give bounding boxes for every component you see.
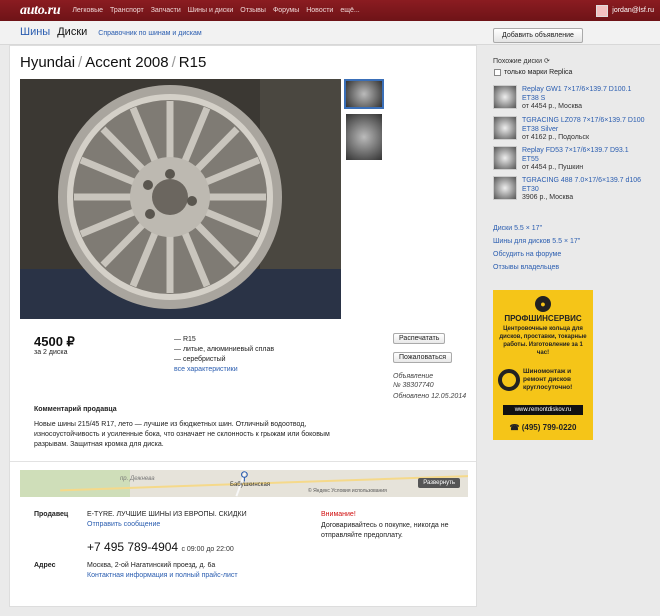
add-listing-button[interactable]: Добавить объявление bbox=[493, 28, 583, 43]
similar-price: от 4454 р., Москва bbox=[522, 103, 583, 110]
spec-item: — серебристый bbox=[174, 356, 226, 363]
nav-item-tires-wheels[interactable]: Шины и диски bbox=[188, 7, 234, 14]
wheel-photo-icon bbox=[20, 79, 341, 319]
similar-item[interactable]: Replay GW1 7×17/6×139.7 D100.1 ET38 S от… bbox=[493, 85, 653, 113]
user-menu[interactable]: jordan@lsf.ru bbox=[596, 4, 654, 17]
photo-thumbnail-1[interactable] bbox=[344, 79, 384, 109]
ad-service: Шиномонтаж и ремонт дисков круглосуточно… bbox=[523, 368, 573, 391]
ad-label: Объявление bbox=[393, 373, 434, 380]
similar-title[interactable]: Replay GW1 7×17/6×139.7 D100.1 ET38 S bbox=[522, 85, 647, 103]
nav-item-transport[interactable]: Транспорт bbox=[110, 7, 144, 14]
address: Москва, 2-ой Нагатинский проезд, д. 6а bbox=[87, 562, 216, 569]
comment-heading: Комментарий продавца bbox=[34, 406, 117, 413]
photo-thumbnail-2[interactable] bbox=[344, 112, 384, 162]
main-photo[interactable] bbox=[20, 79, 341, 319]
replica-checkbox[interactable] bbox=[494, 69, 501, 76]
warning-text: Договаривайтесь о покупке, никогда не от… bbox=[321, 522, 449, 539]
price: 4500 ₽ bbox=[34, 334, 75, 349]
seller-phone: +7 495 789-4904 с 09:00 до 22:00 bbox=[87, 540, 234, 554]
print-button[interactable]: Распечатать bbox=[393, 333, 446, 344]
comment-text: Новые шины 215/45 R17, лето — лучшие из … bbox=[34, 421, 330, 448]
ad-url[interactable]: www.remontdiskov.ru bbox=[503, 405, 583, 415]
avatar bbox=[596, 4, 609, 17]
ad-phone: ☎ (495) 799-0220 bbox=[509, 423, 577, 432]
similar-price: от 4454 р., Пушкин bbox=[522, 164, 584, 171]
spec-item: — литые, алюминиевый сплав bbox=[174, 346, 275, 353]
similar-title[interactable]: TGRACING 488 7.0×17/6×139.7 d106 ET30 bbox=[522, 176, 647, 194]
top-nav: Легковые Транспорт Запчасти Шины и диски… bbox=[72, 7, 359, 14]
similar-heading: Похожие диски ⟳ bbox=[493, 58, 550, 65]
contact-info-link[interactable]: Контактная информация и полный прайс-лис… bbox=[87, 572, 238, 579]
similar-thumb[interactable] bbox=[493, 176, 517, 200]
nav-item-parts[interactable]: Запчасти bbox=[151, 7, 181, 14]
replica-label: только марки Replica bbox=[504, 69, 573, 76]
similar-thumb[interactable] bbox=[493, 146, 517, 170]
price-note: за 2 диска bbox=[34, 349, 68, 356]
map-street: пр. Дежнева bbox=[120, 476, 155, 482]
map-expand-button[interactable]: Развернуть bbox=[418, 478, 460, 488]
seller-label: Продавец bbox=[34, 511, 69, 518]
tire-logo-icon: ● bbox=[535, 296, 551, 312]
similar-item[interactable]: Replay FD53 7×17/6×139.7 D93.1 ET55 от 4… bbox=[493, 146, 653, 174]
similar-item[interactable]: TGRACING 488 7.0×17/6×139.7 d106 ET30 39… bbox=[493, 176, 653, 204]
related-link[interactable]: Диски 5.5 × 17" bbox=[493, 225, 542, 232]
updated-date: Обновлено 12.05.2014 bbox=[393, 393, 467, 400]
similar-price: 3906 р., Москва bbox=[522, 194, 574, 201]
ad-text: Центровочные кольца для дисков, проставк… bbox=[499, 326, 587, 356]
similar-price: от 4162 р., Подольск bbox=[522, 134, 590, 141]
similar-title[interactable]: Replay FD53 7×17/6×139.7 D93.1 ET55 bbox=[522, 146, 647, 164]
top-bar: auto.ru Легковые Транспорт Запчасти Шины… bbox=[0, 0, 660, 21]
replica-filter[interactable]: только марки Replica bbox=[494, 69, 572, 76]
reference-link[interactable]: Справочник по шинам и дискам bbox=[98, 30, 201, 37]
divider bbox=[10, 461, 476, 462]
phone-hours: с 09:00 до 22:00 bbox=[181, 546, 234, 553]
complain-button[interactable]: Пожаловаться bbox=[393, 352, 453, 363]
ad-number-value: № 38307740 bbox=[393, 382, 434, 389]
refresh-icon[interactable]: ⟳ bbox=[544, 58, 550, 65]
related-link[interactable]: Отзывы владельцев bbox=[493, 264, 559, 271]
related-link[interactable]: Обсудить на форуме bbox=[493, 251, 561, 258]
ad-brand: ПРОФШИНСЕРВИС bbox=[504, 314, 582, 323]
map-copyright[interactable]: © Яндекс Условия использования bbox=[308, 488, 387, 494]
map-preview[interactable]: пр. Дежнева ⚲ Бабушкинская © Яндекс Усло… bbox=[20, 470, 468, 497]
spec-item: — R15 bbox=[174, 336, 196, 343]
nav-item-reviews[interactable]: Отзывы bbox=[240, 7, 266, 14]
map-station: Бабушкинская bbox=[230, 482, 271, 488]
ad-banner[interactable]: ● ПРОФШИНСЕРВИС Центровочные кольца для … bbox=[493, 290, 593, 440]
similar-title[interactable]: TGRACING LZ078 7×17/6×139.7 D100 ET38 Si… bbox=[522, 116, 647, 134]
send-message-link[interactable]: Отправить сообщение bbox=[87, 521, 160, 528]
title-model[interactable]: Accent 2008 bbox=[85, 54, 168, 71]
user-email[interactable]: jordan@lsf.ru bbox=[612, 7, 654, 14]
phone-number: +7 495 789-4904 bbox=[87, 540, 179, 554]
category-tabs: Шины Диски Справочник по шинам и дискам bbox=[20, 26, 202, 38]
nav-item-news[interactable]: Новости bbox=[306, 7, 333, 14]
page-title: Hyundai / Accent 2008/R15 bbox=[20, 54, 207, 71]
site-logo[interactable]: auto.ru bbox=[20, 3, 61, 19]
title-size: R15 bbox=[178, 54, 207, 71]
tab-wheels[interactable]: Диски bbox=[57, 26, 87, 38]
specs-list: — R15 — литые, алюминиевый сплав — сереб… bbox=[174, 335, 274, 375]
similar-item[interactable]: TGRACING LZ078 7×17/6×139.7 D100 ET38 Si… bbox=[493, 116, 653, 144]
warning-title: Внимание! bbox=[321, 511, 356, 518]
nav-item-cars[interactable]: Легковые bbox=[72, 7, 103, 14]
title-make[interactable]: Hyundai bbox=[20, 54, 75, 71]
all-specs-link[interactable]: все характеристики bbox=[174, 365, 274, 375]
related-link[interactable]: Шины для дисков 5.5 × 17" bbox=[493, 238, 580, 245]
listing-card: Hyundai / Accent 2008/R15 4500 ₽ за 2 ди… bbox=[9, 45, 477, 607]
address-label: Адрес bbox=[34, 562, 56, 569]
wheel-icon bbox=[498, 369, 520, 391]
ad-number: Объявление № 38307740 bbox=[393, 372, 434, 390]
nav-item-forums[interactable]: Форумы bbox=[273, 7, 299, 14]
similar-thumb[interactable] bbox=[493, 116, 517, 140]
seller-name: E-TYRE. ЛУЧШИЕ ШИНЫ ИЗ ЕВРОПЫ. СКИДКИ bbox=[87, 511, 247, 518]
similar-thumb[interactable] bbox=[493, 85, 517, 109]
tab-tires[interactable]: Шины bbox=[20, 26, 50, 38]
nav-item-more[interactable]: ещё... bbox=[340, 7, 359, 14]
